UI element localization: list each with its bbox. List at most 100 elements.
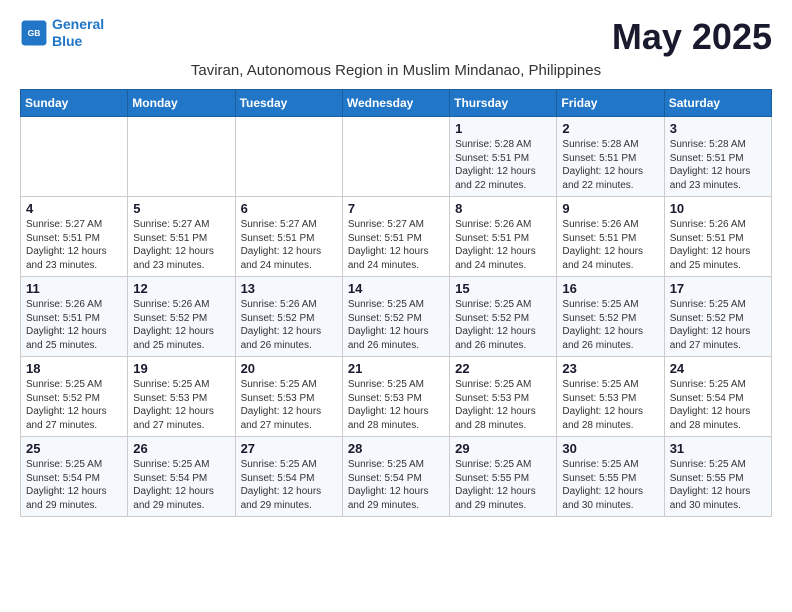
day-number: 16 — [562, 281, 658, 296]
day-number: 3 — [670, 121, 766, 136]
calendar-cell: 5 Sunrise: 5:27 AM Sunset: 5:51 PM Daylig… — [128, 197, 235, 277]
day-info: Sunrise: 5:25 AM Sunset: 5:55 PM Dayligh… — [562, 458, 658, 512]
calendar-week-row: 25 Sunrise: 5:25 AM Sunset: 5:54 PM Dayli… — [21, 437, 772, 517]
day-number: 1 — [455, 121, 551, 136]
day-info: Sunrise: 5:27 AM Sunset: 5:51 PM Dayligh… — [133, 218, 229, 272]
calendar-cell: 26 Sunrise: 5:25 AM Sunset: 5:54 PM Dayli… — [128, 437, 235, 517]
day-info: Sunrise: 5:25 AM Sunset: 5:52 PM Dayligh… — [348, 298, 444, 352]
calendar-week-row: 18 Sunrise: 5:25 AM Sunset: 5:52 PM Dayli… — [21, 357, 772, 437]
day-number: 24 — [670, 361, 766, 376]
calendar-header-row: SundayMondayTuesdayWednesdayThursdayFrid… — [21, 90, 772, 117]
page-header: GB General Blue May 2025 — [20, 16, 772, 58]
day-number: 14 — [348, 281, 444, 296]
day-info: Sunrise: 5:28 AM Sunset: 5:51 PM Dayligh… — [562, 138, 658, 192]
day-number: 7 — [348, 201, 444, 216]
calendar-cell: 16 Sunrise: 5:25 AM Sunset: 5:52 PM Dayli… — [557, 277, 664, 357]
day-number: 6 — [241, 201, 337, 216]
day-info: Sunrise: 5:26 AM Sunset: 5:52 PM Dayligh… — [241, 298, 337, 352]
day-number: 26 — [133, 441, 229, 456]
calendar-cell — [235, 117, 342, 197]
weekday-header-thursday: Thursday — [450, 90, 557, 117]
calendar-week-row: 11Sunrise: 5:26 AM Sunset: 5:51 PM Dayli… — [21, 277, 772, 357]
day-info: Sunrise: 5:25 AM Sunset: 5:53 PM Dayligh… — [133, 378, 229, 432]
calendar-cell: 22 Sunrise: 5:25 AM Sunset: 5:53 PM Dayli… — [450, 357, 557, 437]
day-info: Sunrise: 5:25 AM Sunset: 5:54 PM Dayligh… — [26, 458, 122, 512]
day-info: Sunrise: 5:25 AM Sunset: 5:54 PM Dayligh… — [348, 458, 444, 512]
calendar-cell — [128, 117, 235, 197]
day-number: 4 — [26, 201, 122, 216]
weekday-header-saturday: Saturday — [664, 90, 771, 117]
day-number: 17 — [670, 281, 766, 296]
day-number: 23 — [562, 361, 658, 376]
calendar-cell: 11Sunrise: 5:26 AM Sunset: 5:51 PM Dayli… — [21, 277, 128, 357]
day-info: Sunrise: 5:25 AM Sunset: 5:52 PM Dayligh… — [562, 298, 658, 352]
day-number: 10 — [670, 201, 766, 216]
day-info: Sunrise: 5:25 AM Sunset: 5:54 PM Dayligh… — [241, 458, 337, 512]
calendar-cell: 23 Sunrise: 5:25 AM Sunset: 5:53 PM Dayli… — [557, 357, 664, 437]
calendar-cell: 8Sunrise: 5:26 AM Sunset: 5:51 PM Daylig… — [450, 197, 557, 277]
day-info: Sunrise: 5:27 AM Sunset: 5:51 PM Dayligh… — [241, 218, 337, 272]
calendar-cell: 1 Sunrise: 5:28 AM Sunset: 5:51 PM Daylig… — [450, 117, 557, 197]
day-info: Sunrise: 5:26 AM Sunset: 5:51 PM Dayligh… — [562, 218, 658, 272]
calendar-cell: 20 Sunrise: 5:25 AM Sunset: 5:53 PM Dayli… — [235, 357, 342, 437]
day-info: Sunrise: 5:26 AM Sunset: 5:51 PM Dayligh… — [670, 218, 766, 272]
calendar-cell: 29Sunrise: 5:25 AM Sunset: 5:55 PM Dayli… — [450, 437, 557, 517]
calendar-cell: 2 Sunrise: 5:28 AM Sunset: 5:51 PM Daylig… — [557, 117, 664, 197]
calendar-cell — [21, 117, 128, 197]
day-number: 30 — [562, 441, 658, 456]
day-number: 27 — [241, 441, 337, 456]
calendar-table: SundayMondayTuesdayWednesdayThursdayFrid… — [20, 89, 772, 517]
day-number: 25 — [26, 441, 122, 456]
calendar-cell: 12 Sunrise: 5:26 AM Sunset: 5:52 PM Dayli… — [128, 277, 235, 357]
day-info: Sunrise: 5:25 AM Sunset: 5:53 PM Dayligh… — [562, 378, 658, 432]
logo-text-line2: Blue — [52, 33, 104, 50]
day-number: 21 — [348, 361, 444, 376]
day-number: 28 — [348, 441, 444, 456]
calendar-cell: 10 Sunrise: 5:26 AM Sunset: 5:51 PM Dayli… — [664, 197, 771, 277]
day-info: Sunrise: 5:28 AM Sunset: 5:51 PM Dayligh… — [455, 138, 551, 192]
calendar-cell: 18 Sunrise: 5:25 AM Sunset: 5:52 PM Dayli… — [21, 357, 128, 437]
day-number: 2 — [562, 121, 658, 136]
day-info: Sunrise: 5:25 AM Sunset: 5:53 PM Dayligh… — [241, 378, 337, 432]
day-info: Sunrise: 5:28 AM Sunset: 5:51 PM Dayligh… — [670, 138, 766, 192]
day-info: Sunrise: 5:25 AM Sunset: 5:55 PM Dayligh… — [455, 458, 551, 512]
day-info: Sunrise: 5:26 AM Sunset: 5:51 PM Dayligh… — [455, 218, 551, 272]
day-info: Sunrise: 5:25 AM Sunset: 5:54 PM Dayligh… — [670, 378, 766, 432]
calendar-cell: 9 Sunrise: 5:26 AM Sunset: 5:51 PM Daylig… — [557, 197, 664, 277]
calendar-cell: 28 Sunrise: 5:25 AM Sunset: 5:54 PM Dayli… — [342, 437, 449, 517]
day-number: 20 — [241, 361, 337, 376]
day-number: 22 — [455, 361, 551, 376]
day-info: Sunrise: 5:25 AM Sunset: 5:52 PM Dayligh… — [455, 298, 551, 352]
day-number: 9 — [562, 201, 658, 216]
day-info: Sunrise: 5:27 AM Sunset: 5:51 PM Dayligh… — [348, 218, 444, 272]
weekday-header-wednesday: Wednesday — [342, 90, 449, 117]
day-number: 13 — [241, 281, 337, 296]
calendar-cell: 15 Sunrise: 5:25 AM Sunset: 5:52 PM Dayli… — [450, 277, 557, 357]
calendar-week-row: 1 Sunrise: 5:28 AM Sunset: 5:51 PM Daylig… — [21, 117, 772, 197]
day-info: Sunrise: 5:27 AM Sunset: 5:51 PM Dayligh… — [26, 218, 122, 272]
logo-text-line1: General — [52, 16, 104, 33]
calendar-cell: 13 Sunrise: 5:26 AM Sunset: 5:52 PM Dayli… — [235, 277, 342, 357]
day-info: Sunrise: 5:25 AM Sunset: 5:53 PM Dayligh… — [455, 378, 551, 432]
calendar-cell: 21 Sunrise: 5:25 AM Sunset: 5:53 PM Dayli… — [342, 357, 449, 437]
day-info: Sunrise: 5:26 AM Sunset: 5:52 PM Dayligh… — [133, 298, 229, 352]
day-info: Sunrise: 5:25 AM Sunset: 5:55 PM Dayligh… — [670, 458, 766, 512]
weekday-header-sunday: Sunday — [21, 90, 128, 117]
logo: GB General Blue — [20, 16, 104, 50]
weekday-header-friday: Friday — [557, 90, 664, 117]
svg-text:GB: GB — [28, 28, 41, 38]
page-subtitle: Taviran, Autonomous Region in Muslim Min… — [20, 62, 772, 79]
day-info: Sunrise: 5:25 AM Sunset: 5:53 PM Dayligh… — [348, 378, 444, 432]
day-number: 5 — [133, 201, 229, 216]
day-number: 19 — [133, 361, 229, 376]
day-number: 12 — [133, 281, 229, 296]
day-number: 18 — [26, 361, 122, 376]
day-number: 15 — [455, 281, 551, 296]
day-info: Sunrise: 5:25 AM Sunset: 5:54 PM Dayligh… — [133, 458, 229, 512]
calendar-week-row: 4 Sunrise: 5:27 AM Sunset: 5:51 PM Daylig… — [21, 197, 772, 277]
calendar-cell: 7 Sunrise: 5:27 AM Sunset: 5:51 PM Daylig… — [342, 197, 449, 277]
day-info: Sunrise: 5:25 AM Sunset: 5:52 PM Dayligh… — [26, 378, 122, 432]
calendar-cell: 27 Sunrise: 5:25 AM Sunset: 5:54 PM Dayli… — [235, 437, 342, 517]
calendar-cell: 30 Sunrise: 5:25 AM Sunset: 5:55 PM Dayli… — [557, 437, 664, 517]
calendar-cell: 24 Sunrise: 5:25 AM Sunset: 5:54 PM Dayli… — [664, 357, 771, 437]
